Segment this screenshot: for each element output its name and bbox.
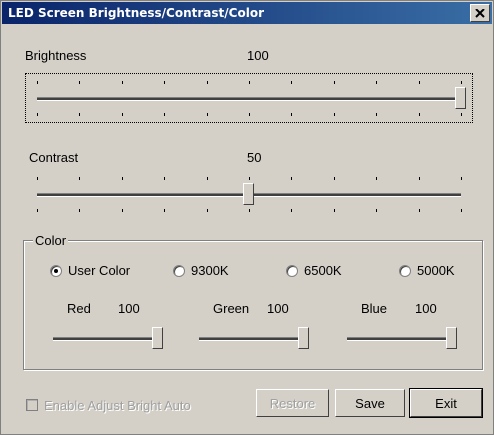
window-title: LED Screen Brightness/Contrast/Color bbox=[8, 6, 264, 20]
slider-tick bbox=[291, 113, 292, 116]
slider-tick bbox=[79, 209, 80, 212]
slider-tick bbox=[419, 113, 420, 116]
exit-button[interactable]: Exit bbox=[409, 388, 483, 418]
slider-tick bbox=[122, 177, 123, 180]
slider-tick bbox=[419, 209, 420, 212]
preset-label[interactable]: 6500K bbox=[304, 263, 342, 278]
slider-track bbox=[347, 337, 451, 341]
slider-tick bbox=[37, 81, 38, 84]
slider-tick bbox=[461, 81, 462, 84]
slider-tick bbox=[461, 113, 462, 116]
slider-thumb[interactable] bbox=[455, 87, 466, 109]
save-button[interactable]: Save bbox=[335, 389, 405, 417]
close-icon bbox=[475, 8, 485, 18]
slider-tick bbox=[37, 177, 38, 180]
radio-6500k[interactable] bbox=[286, 265, 298, 277]
slider-tick bbox=[461, 177, 462, 180]
contrast-label: Contrast bbox=[29, 150, 79, 165]
radio-selected-dot bbox=[54, 269, 58, 273]
slider-tick bbox=[249, 177, 250, 180]
radio-9300k[interactable] bbox=[173, 265, 185, 277]
brightness-dialog: LED Screen Brightness/Contrast/Color Bri… bbox=[0, 0, 494, 435]
slider-tick bbox=[207, 81, 208, 84]
slider-tick bbox=[37, 209, 38, 212]
slider-tick bbox=[79, 113, 80, 116]
preset-label[interactable]: 5000K bbox=[417, 263, 455, 278]
blue-label: Blue bbox=[361, 301, 388, 316]
slider-tick bbox=[291, 81, 292, 84]
slider-tick bbox=[249, 113, 250, 116]
slider-tick bbox=[376, 113, 377, 116]
slider-tick bbox=[207, 113, 208, 116]
slider-thumb[interactable] bbox=[243, 183, 254, 205]
slider-tick bbox=[291, 209, 292, 212]
green-label: Green bbox=[213, 301, 250, 316]
close-button[interactable] bbox=[470, 4, 490, 22]
slider-tick bbox=[207, 177, 208, 180]
slider-tick bbox=[376, 81, 377, 84]
slider-tick bbox=[79, 81, 80, 84]
brightness-label: Brightness bbox=[25, 48, 87, 63]
slider-tick bbox=[79, 177, 80, 180]
contrast-slider[interactable] bbox=[25, 169, 473, 219]
slider-tick bbox=[419, 81, 420, 84]
auto-adjust-label[interactable]: Enable Adjust Bright Auto bbox=[44, 398, 191, 413]
slider-thumb[interactable] bbox=[446, 327, 457, 349]
slider-tick bbox=[334, 209, 335, 212]
slider-tick bbox=[334, 81, 335, 84]
red-slider[interactable] bbox=[49, 323, 169, 353]
green-slider[interactable] bbox=[195, 323, 315, 353]
slider-tick bbox=[122, 81, 123, 84]
slider-thumb[interactable] bbox=[152, 327, 163, 349]
slider-tick bbox=[249, 81, 250, 84]
restore-button[interactable]: Restore bbox=[256, 389, 329, 417]
blue-value: 100 bbox=[415, 301, 437, 316]
slider-tick bbox=[376, 209, 377, 212]
slider-track bbox=[53, 337, 157, 341]
contrast-value: 50 bbox=[247, 150, 262, 165]
slider-tick bbox=[376, 177, 377, 180]
title-bar[interactable]: LED Screen Brightness/Contrast/Color bbox=[2, 2, 492, 24]
green-value: 100 bbox=[267, 301, 289, 316]
slider-tick bbox=[291, 177, 292, 180]
slider-tick bbox=[461, 209, 462, 212]
slider-thumb[interactable] bbox=[298, 327, 309, 349]
radio-5000k[interactable] bbox=[399, 265, 411, 277]
brightness-value: 100 bbox=[247, 48, 269, 63]
slider-track bbox=[37, 97, 461, 101]
slider-tick bbox=[207, 209, 208, 212]
slider-tick bbox=[334, 113, 335, 116]
preset-label[interactable]: User Color bbox=[68, 263, 130, 278]
slider-tick bbox=[249, 209, 250, 212]
slider-tick bbox=[164, 209, 165, 212]
red-value: 100 bbox=[118, 301, 140, 316]
slider-tick bbox=[122, 209, 123, 212]
slider-tick bbox=[164, 81, 165, 84]
slider-tick bbox=[334, 177, 335, 180]
slider-tick bbox=[37, 113, 38, 116]
preset-label[interactable]: 9300K bbox=[191, 263, 229, 278]
color-group-title: Color bbox=[33, 233, 69, 248]
slider-tick bbox=[164, 177, 165, 180]
blue-slider[interactable] bbox=[343, 323, 463, 353]
slider-tick bbox=[164, 113, 165, 116]
red-label: Red bbox=[67, 301, 91, 316]
slider-track bbox=[199, 337, 303, 341]
slider-tick bbox=[419, 177, 420, 180]
slider-tick bbox=[122, 113, 123, 116]
brightness-slider[interactable] bbox=[25, 73, 473, 123]
checkbox-box[interactable] bbox=[26, 399, 38, 411]
radio-user-color[interactable] bbox=[50, 265, 62, 277]
